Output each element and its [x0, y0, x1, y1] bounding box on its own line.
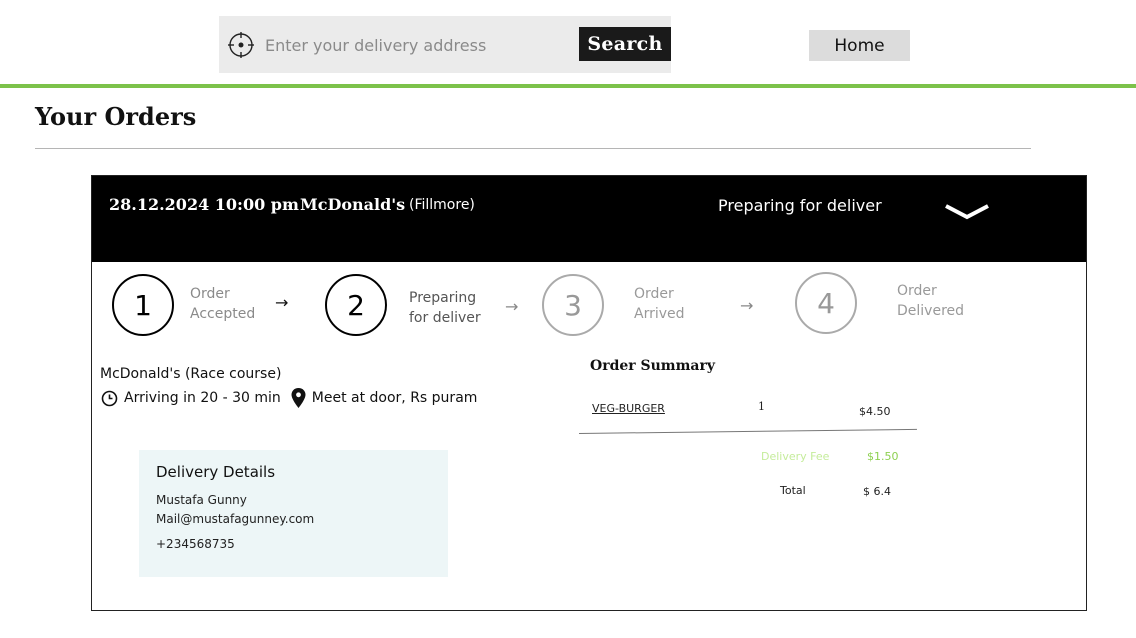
- order-branch: (Fillmore): [409, 197, 475, 213]
- crosshair-icon[interactable]: [228, 32, 254, 58]
- step-2-label-line1: Preparing: [409, 290, 477, 306]
- step-4-label-line2: Delivered: [897, 303, 965, 319]
- delivery-address-input[interactable]: [265, 30, 565, 60]
- clock-icon: [101, 390, 118, 406]
- location-pin-icon: [291, 388, 306, 408]
- summary-divider: [578, 428, 917, 434]
- restaurant-location: McDonald's (Race course): [100, 366, 282, 382]
- arrow-right-icon: →: [505, 297, 519, 316]
- step-1-label-line2: Accepted: [190, 306, 256, 322]
- page-title: Your Orders: [35, 102, 197, 131]
- step-3-label: Order Arrived: [634, 284, 685, 324]
- step-4-number: 4: [817, 286, 835, 320]
- step-3-circle: 3: [542, 274, 604, 336]
- step-1-number: 1: [134, 288, 152, 322]
- step-3-label-line2: Arrived: [634, 306, 685, 322]
- delivery-fee-value: $1.50: [867, 450, 899, 463]
- delivery-details-card: Delivery Details Mustafa Gunny Mail@must…: [139, 450, 448, 577]
- step-4-circle: 4: [795, 272, 857, 334]
- summary-item-qty: 1: [758, 400, 765, 413]
- order-separator: -: [287, 195, 293, 214]
- arrow-right-icon: →: [275, 293, 289, 312]
- step-2-label: Preparing for deliver: [409, 288, 481, 328]
- arrival-info: Arriving in 20 - 30 min Meet at door, Rs…: [101, 388, 477, 408]
- arrow-right-icon: →: [740, 296, 754, 315]
- title-divider: [35, 148, 1031, 149]
- total-value: $ 6.4: [863, 485, 891, 498]
- order-date-time: 28.12.2024 10:00 pm: [109, 195, 299, 214]
- delivery-fee-label: Delivery Fee: [761, 450, 830, 463]
- chevron-down-icon[interactable]: [942, 198, 992, 224]
- step-2-circle: 2: [325, 274, 387, 336]
- step-3-label-line1: Order: [634, 286, 674, 302]
- step-2-number: 2: [347, 288, 365, 322]
- eta-text: Arriving in 20 - 30 min: [124, 390, 281, 406]
- step-4-label-line1: Order: [897, 283, 937, 299]
- summary-item-name: VEG-BURGER: [592, 402, 665, 415]
- customer-phone: +234568735: [156, 537, 235, 551]
- home-button[interactable]: Home: [809, 30, 910, 61]
- customer-email: Mail@mustafagunney.com: [156, 512, 315, 526]
- meeting-point-text: Meet at door, Rs puram: [311, 390, 478, 406]
- customer-name: Mustafa Gunny: [156, 493, 247, 507]
- step-2-label-line2: for deliver: [409, 310, 481, 326]
- order-restaurant-name: McDonald's: [300, 195, 406, 214]
- order-summary-title: Order Summary: [590, 358, 716, 374]
- order-header[interactable]: 28.12.2024 10:00 pm - McDonald's (Fillmo…: [92, 176, 1086, 262]
- search-bar: Search: [219, 16, 671, 73]
- summary-item-price: $4.50: [859, 405, 891, 418]
- step-1-label: Order Accepted: [190, 284, 255, 324]
- order-card: 28.12.2024 10:00 pm - McDonald's (Fillmo…: [91, 175, 1087, 611]
- total-label: Total: [780, 484, 806, 497]
- order-status: Preparing for deliver: [718, 196, 882, 215]
- step-4-label: Order Delivered: [897, 281, 964, 321]
- step-1-circle: 1: [112, 274, 174, 336]
- step-1-label-line1: Order: [190, 286, 230, 302]
- search-button[interactable]: Search: [579, 27, 671, 61]
- delivery-details-title: Delivery Details: [156, 463, 276, 481]
- step-3-number: 3: [564, 288, 582, 322]
- header-divider: [0, 84, 1136, 88]
